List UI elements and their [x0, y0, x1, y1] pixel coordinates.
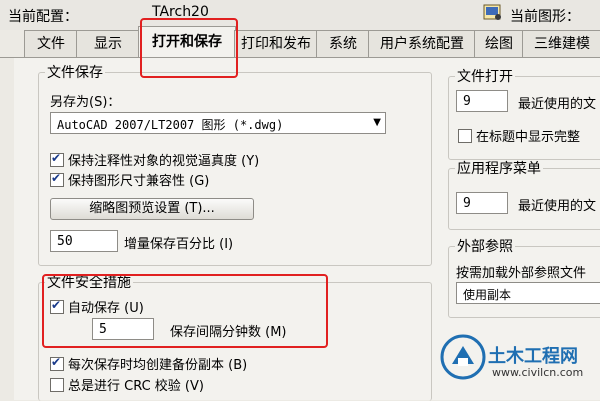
recent-files-input[interactable]: 9: [456, 90, 508, 112]
tab-files[interactable]: 文件: [24, 30, 78, 57]
file-save-title: 文件保存: [47, 65, 103, 81]
tab-drafting[interactable]: 绘图: [474, 30, 524, 57]
checkbox-icon: [50, 151, 64, 167]
checkbox-icon: [50, 171, 64, 187]
watermark-url: www.civilcn.com: [492, 366, 584, 379]
crc-check-label: 总是进行 CRC 校验 (V): [68, 379, 204, 394]
tab-plot-publish[interactable]: 打印和发布: [234, 30, 318, 57]
crc-check-checkbox[interactable]: 总是进行 CRC 校验 (V): [50, 375, 204, 394]
save-as-value: AutoCAD 2007/LT2007 图形 (*.dwg): [57, 118, 284, 132]
maintain-annotative-label: 保持注释性对象的视觉逼真度 (Y): [68, 154, 260, 169]
recent-files-label: 最近使用的文: [518, 97, 597, 112]
tab-user-preferences[interactable]: 用户系统配置: [368, 30, 476, 57]
checkbox-icon: [50, 355, 64, 371]
chevron-down-icon: ▼: [373, 117, 381, 128]
file-open-group: 文件打开: [448, 66, 600, 160]
highlight-tab-open-save: [140, 18, 238, 78]
backup-copy-checkbox[interactable]: 每次保存时均创建备份副本 (B): [50, 354, 247, 373]
checkbox-icon: [50, 377, 64, 392]
app-menu-recent-input[interactable]: 9: [456, 192, 508, 214]
maintain-drawing-size-checkbox[interactable]: 保持图形尺寸兼容性 (G): [50, 170, 209, 189]
save-as-select[interactable]: AutoCAD 2007/LT2007 图形 (*.dwg) ▼: [50, 112, 386, 134]
application-menu-title: 应用程序菜单: [457, 161, 541, 177]
options-tabs: 文件 显示 打开和保存 打印和发布 系统 用户系统配置 绘图 三维建模: [0, 26, 600, 58]
app-menu-recent-label: 最近使用的文: [518, 199, 597, 214]
maintain-annotative-checkbox[interactable]: 保持注释性对象的视觉逼真度 (Y): [50, 150, 259, 169]
current-drawing-label: 当前图形：: [510, 9, 580, 25]
watermark-title: 土木工程网: [488, 346, 578, 367]
civilcn-logo-icon: [440, 334, 486, 380]
tab-3d-modeling[interactable]: 三维建模: [522, 30, 600, 57]
drawing-icon: [483, 4, 503, 22]
xref-title: 外部参照: [457, 239, 513, 255]
current-config-label: 当前配置：: [8, 9, 78, 25]
incremental-save-input[interactable]: 50: [50, 230, 118, 252]
incremental-save-label: 增量保存百分比 (I): [124, 237, 234, 252]
highlight-file-safety: [42, 274, 328, 348]
thumbnail-settings-button[interactable]: 缩略图预览设置 (T)...: [50, 198, 254, 220]
full-path-checkbox[interactable]: 在标题中显示完整: [458, 126, 580, 145]
tab-system[interactable]: 系统: [316, 30, 370, 57]
checkbox-icon: [458, 128, 472, 143]
backup-copy-label: 每次保存时均创建备份副本 (B): [68, 358, 248, 373]
demand-load-select[interactable]: 使用副本: [456, 282, 600, 304]
demand-load-label: 按需加载外部参照文件: [456, 266, 587, 281]
full-path-label: 在标题中显示完整: [476, 130, 581, 145]
save-as-label: 另存为(S)：: [50, 95, 121, 110]
tab-display[interactable]: 显示: [76, 30, 140, 57]
demand-load-value: 使用副本: [463, 288, 512, 302]
file-open-title: 文件打开: [457, 69, 513, 85]
maintain-drawing-size-label: 保持图形尺寸兼容性 (G): [68, 174, 210, 189]
